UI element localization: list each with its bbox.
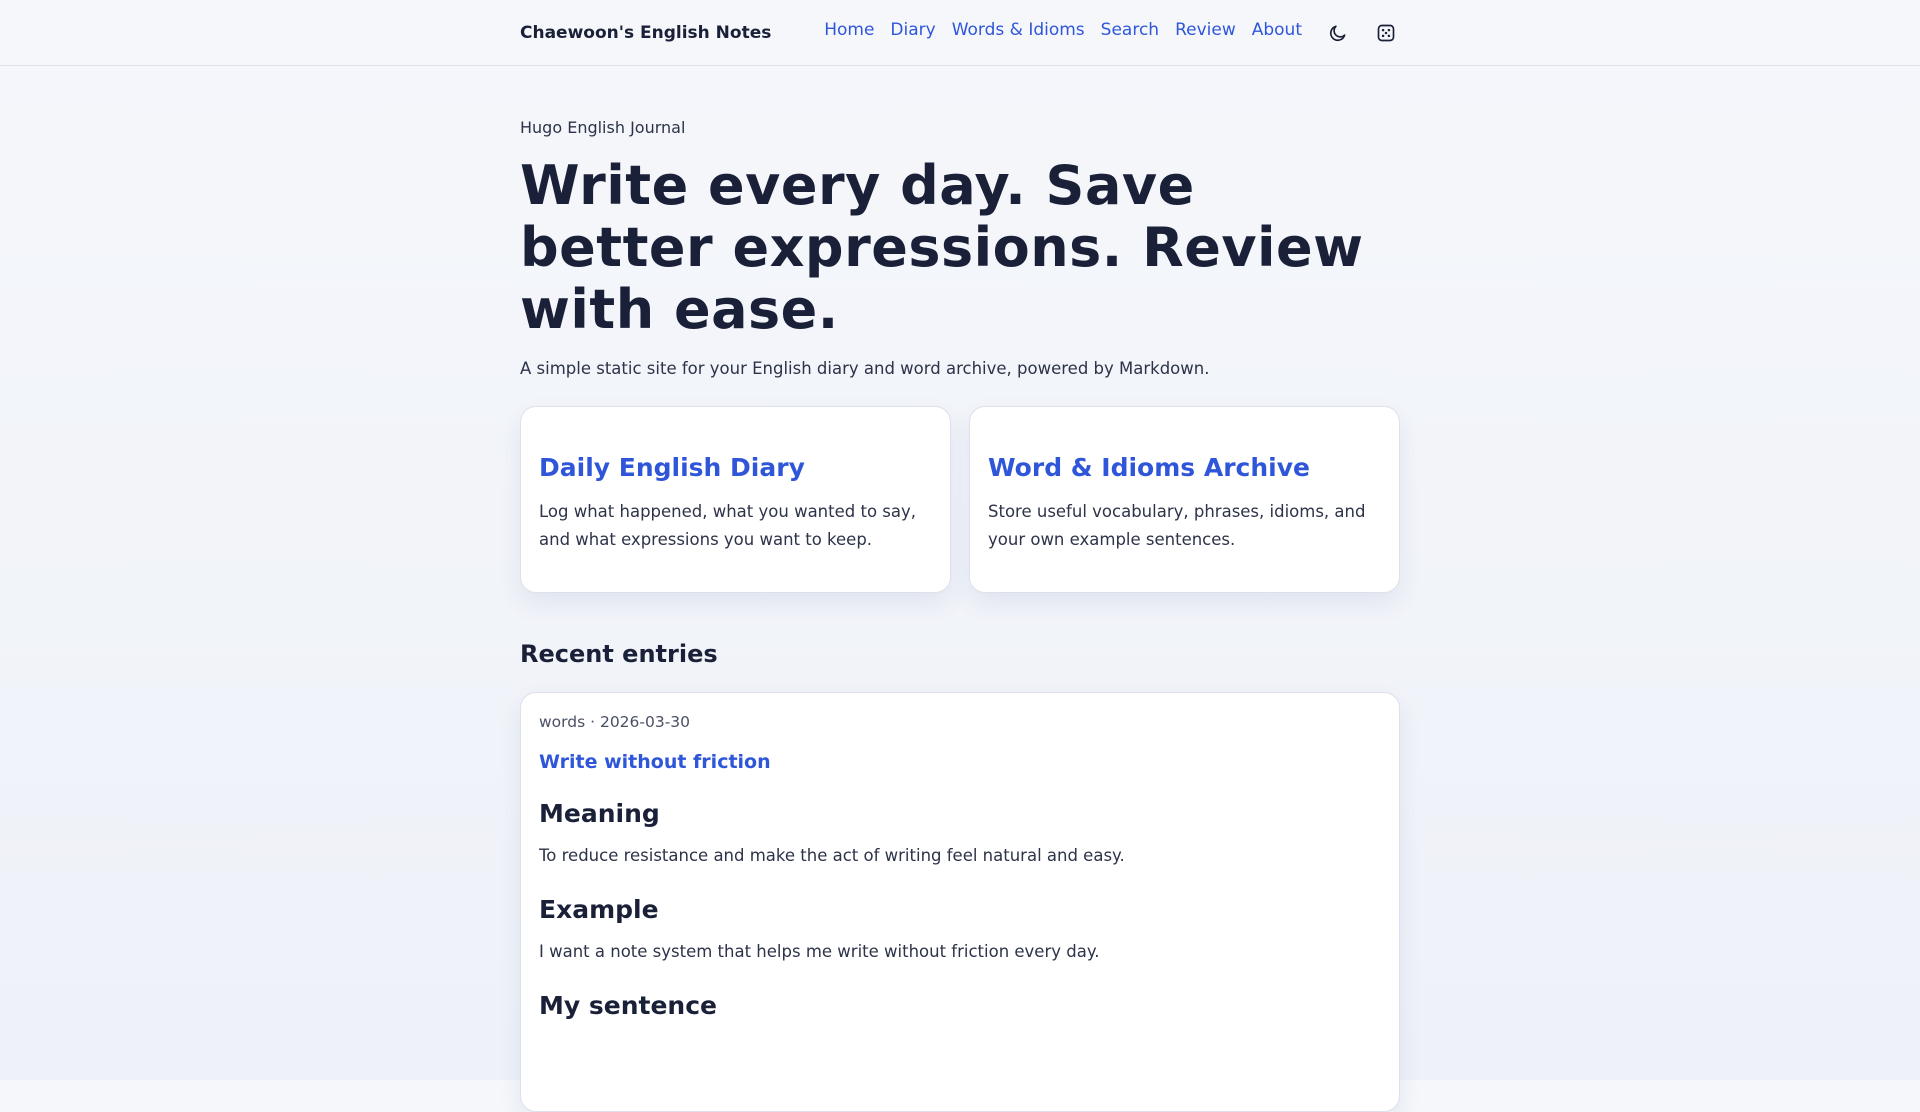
hero-title: Write every day. Save better expressions… <box>520 154 1364 341</box>
nav-diary[interactable]: Diary <box>890 20 935 40</box>
main-content: Hugo English Journal Write every day. Sa… <box>520 66 1400 1112</box>
entry-meaning-text: To reduce resistance and make the act of… <box>539 846 1125 865</box>
entry-example-heading: Example <box>539 895 659 924</box>
entry-meaning-heading: Meaning <box>539 799 660 828</box>
entry-title-link[interactable]: Write without friction <box>539 751 1381 773</box>
recent-entries-heading: Recent entries <box>520 640 718 668</box>
hero-eyebrow: Hugo English Journal <box>520 118 686 137</box>
nav-about[interactable]: About <box>1252 20 1302 40</box>
moon-icon <box>1329 25 1346 42</box>
theme-toggle-button[interactable] <box>1324 19 1352 47</box>
top-navbar: Chaewoon's English Notes Home Diary Word… <box>0 0 1920 66</box>
main-nav: Home Diary Words & Idioms Search Review … <box>824 19 1400 47</box>
feature-card-description: Log what happened, what you wanted to sa… <box>539 502 917 549</box>
entry-my-sentence-heading: My sentence <box>539 991 717 1020</box>
random-entry-button[interactable] <box>1372 19 1400 47</box>
recent-entry-card: words · 2026-03-30 Write without frictio… <box>520 692 1400 1112</box>
feature-card-title[interactable]: Word & Idioms Archive <box>988 453 1381 482</box>
feature-cards: Daily English Diary Log what happened, w… <box>520 406 1400 593</box>
dice-icon <box>1377 24 1395 42</box>
nav-home[interactable]: Home <box>824 20 874 40</box>
feature-card-archive[interactable]: Word & Idioms Archive Store useful vocab… <box>969 406 1400 593</box>
site-brand[interactable]: Chaewoon's English Notes <box>520 23 771 43</box>
nav-words-idioms[interactable]: Words & Idioms <box>952 20 1085 40</box>
feature-card-description: Store useful vocabulary, phrases, idioms… <box>988 502 1366 549</box>
feature-card-title[interactable]: Daily English Diary <box>539 453 932 482</box>
entry-example-text: I want a note system that helps me write… <box>539 942 1100 961</box>
navbar-inner: Chaewoon's English Notes Home Diary Word… <box>520 0 1400 66</box>
feature-card-diary[interactable]: Daily English Diary Log what happened, w… <box>520 406 951 593</box>
hero-subtitle: A simple static site for your English di… <box>520 359 1210 378</box>
nav-search[interactable]: Search <box>1101 20 1159 40</box>
entry-meta: words · 2026-03-30 <box>539 713 691 731</box>
nav-review[interactable]: Review <box>1175 20 1236 40</box>
